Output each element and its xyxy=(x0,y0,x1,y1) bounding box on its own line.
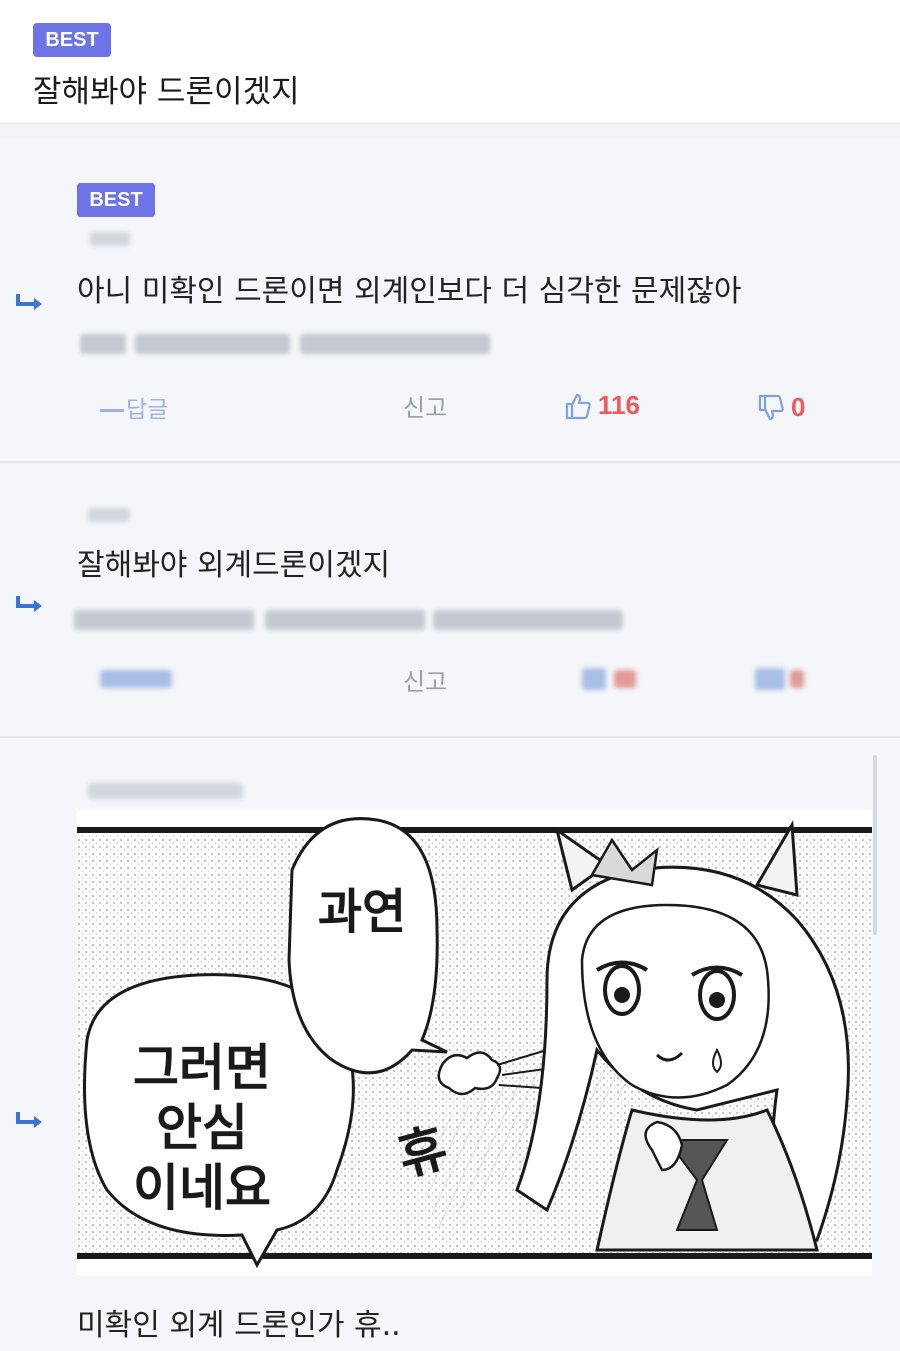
bubble-text-gwayeon-1: 과연 xyxy=(318,884,406,940)
scrollbar[interactable] xyxy=(873,755,877,935)
reply-arrow-icon xyxy=(16,596,42,612)
blurred-timestamp xyxy=(433,610,623,630)
thumbs-up-icon xyxy=(565,393,591,419)
comment-item xyxy=(0,464,900,738)
reply-arrow-icon xyxy=(16,1112,42,1128)
comment-text: 잘해봐야 외계드론이겠지 xyxy=(77,548,391,583)
blurred-user-info xyxy=(135,334,290,354)
comment-best-badge: BEST xyxy=(77,183,155,217)
bubble-text-line-1: 그러면 xyxy=(133,1039,271,1097)
blurred-like-icon[interactable] xyxy=(582,668,606,690)
thumbs-down-icon xyxy=(758,394,784,420)
blurred-author xyxy=(80,334,126,354)
report-button[interactable]: 신고 xyxy=(403,388,447,423)
like-count: 116 xyxy=(598,390,640,420)
like-button[interactable]: 116 xyxy=(564,390,640,421)
blurred-reply-button[interactable] xyxy=(100,670,172,688)
blurred-comment-number xyxy=(88,508,130,522)
manga-panel-illustration: 과연 그러면 안심 이네요 휴 xyxy=(77,817,872,1269)
blurred-comment-number xyxy=(90,232,130,246)
reply-arrow-icon xyxy=(16,294,42,310)
blurred-user-info xyxy=(265,610,425,630)
dislike-button[interactable]: 0 xyxy=(757,392,805,423)
blurred-author xyxy=(74,610,254,630)
reply-button[interactable]: 답글 xyxy=(100,390,168,424)
best-badge: BEST xyxy=(33,23,111,57)
blurred-image-source xyxy=(88,783,243,799)
comment-text: 아니 미확인 드론이면 외계인보다 더 심각한 문제잖아 xyxy=(77,274,742,309)
comment-image: 과연 그러면 안심 이네요 휴 xyxy=(77,810,872,1275)
comment-caption: 미확인 외계 드론인가 휴.. xyxy=(77,1308,401,1343)
post-title: 잘해봐야 드론이겠지 xyxy=(33,74,300,110)
blurred-dislike-count xyxy=(790,670,804,688)
reply-label: 답글 xyxy=(126,397,169,423)
blurred-timestamp xyxy=(300,334,490,354)
dislike-count: 0 xyxy=(791,392,806,422)
bubble-text-line-3: 이네요 xyxy=(133,1159,271,1217)
blurred-like-count xyxy=(614,670,636,688)
bubble-text-line-2: 안심 xyxy=(156,1099,248,1157)
blurred-dislike-icon[interactable] xyxy=(755,668,785,690)
report-button[interactable]: 신고 xyxy=(403,662,447,697)
